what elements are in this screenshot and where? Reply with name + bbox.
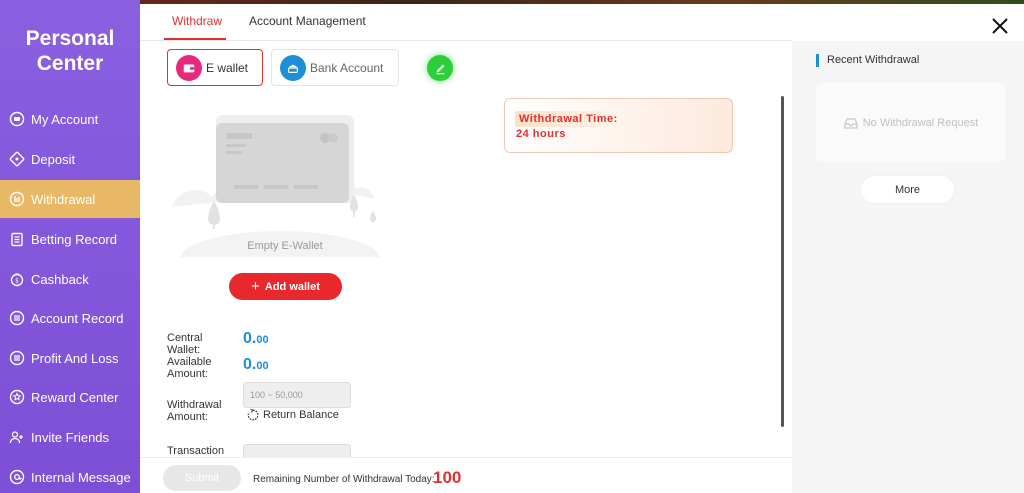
add-wallet-button[interactable]: + Add wallet: [229, 273, 342, 300]
method-label: Bank Account: [310, 60, 384, 75]
tab-bar: Withdraw Account Management: [140, 4, 792, 41]
no-withdrawal-request: No Withdrawal Request: [816, 83, 1005, 162]
empty-wallet-illustration: [168, 109, 388, 287]
sidebar-item-label: Internal Message: [31, 469, 131, 485]
remaining-withdrawals-value: 100: [433, 468, 462, 487]
transaction-label: Transaction: [167, 445, 225, 457]
sidebar-item-label: Invite Friends: [31, 429, 110, 445]
bank-card-icon: [280, 54, 306, 81]
sidebar-item-invite-friends[interactable]: Invite Friends: [0, 418, 140, 456]
close-icon[interactable]: [990, 16, 1010, 36]
tab-account-management[interactable]: Account Management: [249, 14, 366, 28]
ledger-icon: [9, 310, 25, 326]
method-e-wallet[interactable]: E wallet: [167, 49, 263, 86]
return-balance-label: Return Balance: [263, 409, 339, 421]
reward-icon: [9, 389, 25, 405]
at-icon: [9, 469, 25, 485]
sidebar-item-label: Withdrawal: [31, 191, 96, 207]
withdrawal-panel: Withdraw Account Management E wallet Ban…: [140, 4, 1024, 493]
empty-wallet-text: Empty E-Wallet: [247, 240, 323, 252]
withdrawal-icon: [9, 191, 25, 207]
more-button[interactable]: More: [861, 176, 954, 203]
sidebar: Personal Center My Account Deposit Withd…: [0, 0, 140, 493]
withdrawal-time-value: 24 hours: [516, 128, 566, 140]
no-withdrawal-text: No Withdrawal Request: [862, 116, 979, 129]
sidebar-title: Personal Center: [25, 27, 115, 75]
sidebar-item-reward-center[interactable]: Reward Center: [0, 378, 140, 416]
central-wallet-label: Central Wallet:: [167, 332, 203, 356]
sidebar-item-account-record[interactable]: Account Record: [0, 299, 140, 337]
central-wallet-amount: 0.00: [243, 330, 269, 347]
invite-icon: [9, 429, 25, 445]
sidebar-item-internal-message[interactable]: Internal Message: [0, 458, 140, 493]
sidebar-item-profit-and-loss[interactable]: Profit And Loss: [0, 339, 140, 377]
sidebar-item-betting-record[interactable]: Betting Record: [0, 220, 140, 258]
remaining-withdrawals-label: Remaining Number of Withdrawal Today:: [253, 474, 435, 485]
submit-button[interactable]: Submit: [163, 465, 241, 491]
return-balance-button[interactable]: Return Balance: [246, 408, 339, 422]
method-bank-account[interactable]: Bank Account: [271, 49, 399, 86]
withdrawal-footer: Submit Remaining Number of Withdrawal To…: [140, 457, 792, 493]
withdrawal-amount-label: Withdrawal Amount:: [167, 399, 222, 423]
withdrawal-time-label: Withdrawal Time:: [515, 111, 626, 127]
recent-withdrawal-title: Recent Withdrawal: [816, 54, 919, 67]
sidebar-item-label: My Account: [31, 111, 99, 127]
sidebar-item-my-account[interactable]: My Account: [0, 100, 140, 138]
available-amount-label: Available Amount:: [167, 356, 212, 380]
recent-withdrawal-panel: Recent Withdrawal No Withdrawal Request …: [792, 41, 1024, 493]
sidebar-item-label: Betting Record: [31, 231, 117, 247]
sidebar-item-withdrawal[interactable]: Withdrawal: [0, 180, 140, 218]
cashback-icon: $: [9, 271, 25, 287]
transaction-input[interactable]: [243, 444, 351, 458]
withdrawal-time-card: Withdrawal Time: 24 hours: [504, 98, 733, 153]
wallet-icon: [176, 54, 202, 81]
sidebar-item-label: Deposit: [31, 151, 76, 167]
edit-icon[interactable]: [427, 55, 453, 81]
refresh-icon: [247, 408, 259, 421]
sidebar-item-label: Cashback: [31, 271, 89, 287]
plus-icon: +: [251, 278, 260, 295]
tab-withdraw[interactable]: Withdraw: [172, 14, 222, 28]
sidebar-item-label: Reward Center: [31, 389, 119, 405]
add-wallet-label: Add wallet: [264, 280, 320, 293]
account-icon: [9, 111, 25, 127]
available-amount: 0.00: [243, 356, 269, 373]
inbox-icon: [844, 117, 858, 129]
active-tab-indicator: [164, 38, 226, 40]
sidebar-item-cashback[interactable]: $ Cashback: [0, 260, 140, 298]
clipboard-icon: [9, 231, 25, 247]
svg-text:$: $: [15, 278, 19, 285]
deposit-icon: [9, 151, 25, 167]
scrollbar[interactable]: [781, 96, 784, 427]
sidebar-item-label: Profit And Loss: [31, 350, 119, 366]
sidebar-item-label: Account Record: [31, 310, 124, 326]
method-label: E wallet: [206, 60, 249, 75]
withdrawal-amount-input[interactable]: 100 ~ 50,000: [243, 382, 351, 408]
profit-icon: [9, 350, 25, 366]
sidebar-item-deposit[interactable]: Deposit: [0, 140, 140, 178]
